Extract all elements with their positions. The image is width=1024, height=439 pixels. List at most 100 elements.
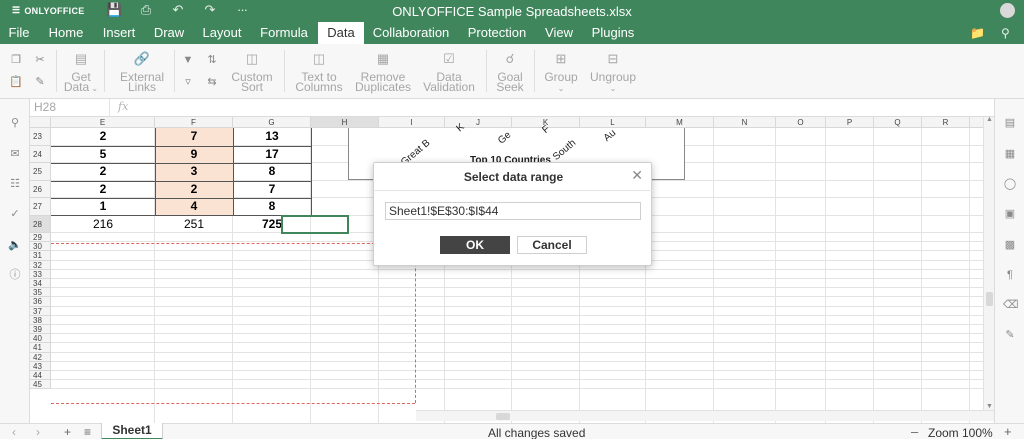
row-header-41[interactable]: 41 xyxy=(30,343,51,353)
column-header-m[interactable]: M xyxy=(646,117,714,128)
tab-data[interactable]: Data xyxy=(318,22,364,44)
sheet-list-icon[interactable]: ≡ xyxy=(84,425,91,439)
cut-icon[interactable]: ✂ xyxy=(32,52,48,68)
paste-icon[interactable]: 📋 xyxy=(8,74,24,90)
sheet-tab[interactable]: Sheet1 xyxy=(101,423,163,439)
cancel-button[interactable]: Cancel xyxy=(517,236,587,254)
column-header-h[interactable]: H xyxy=(311,117,379,128)
function-icon[interactable]: fx xyxy=(118,100,128,113)
copy-icon[interactable]: ❐ xyxy=(8,52,24,68)
cell-g26[interactable]: 7 xyxy=(233,181,311,199)
prev-sheet-icon[interactable]: ‹ xyxy=(12,425,16,439)
add-sheet-icon[interactable]: + xyxy=(64,425,71,439)
close-icon[interactable]: ✕ xyxy=(631,167,643,184)
column-header-l[interactable]: L xyxy=(580,117,646,128)
column-header-n[interactable]: N xyxy=(714,117,776,128)
cell-g24[interactable]: 17 xyxy=(233,146,311,164)
cell-e25[interactable]: 2 xyxy=(51,163,155,181)
column-header-e[interactable]: E xyxy=(51,117,155,128)
row-header-24[interactable]: 24 xyxy=(30,145,51,163)
data-range-input[interactable] xyxy=(385,202,641,220)
filter-icon[interactable]: ▼ xyxy=(180,52,196,68)
column-header-r[interactable]: R xyxy=(922,117,970,128)
external-links-button[interactable]: 🔗 External Links xyxy=(114,50,170,93)
row-header-28[interactable]: 28 xyxy=(30,215,51,233)
row-header-29[interactable]: 29 xyxy=(30,233,51,243)
ok-button[interactable]: OK xyxy=(440,236,510,254)
shape-settings-icon[interactable]: ◯ xyxy=(1003,177,1017,191)
format-painter-icon[interactable]: ✎ xyxy=(32,74,48,90)
goal-seek-button[interactable]: ☌ Goal Seek xyxy=(492,50,528,93)
scroll-up-icon[interactable]: ▲ xyxy=(986,116,993,123)
row-header-34[interactable]: 34 xyxy=(30,279,51,289)
horizontal-scroll-thumb[interactable] xyxy=(496,413,510,420)
select-all-corner[interactable] xyxy=(30,117,51,128)
sort-descending-icon[interactable]: ⇆ xyxy=(204,74,220,90)
tab-formula[interactable]: Formula xyxy=(252,22,316,44)
row-header-30[interactable]: 30 xyxy=(30,242,51,252)
image-settings-icon[interactable]: ▣ xyxy=(1003,207,1017,221)
signature-icon[interactable]: ✎ xyxy=(1003,328,1017,342)
column-header-i[interactable]: I xyxy=(379,117,445,128)
cell-f23[interactable]: 7 xyxy=(155,128,233,146)
row-header-36[interactable]: 36 xyxy=(30,297,51,307)
table-settings-icon[interactable]: ▦ xyxy=(1003,147,1017,161)
tab-protection[interactable]: Protection xyxy=(460,22,534,44)
data-validation-button[interactable]: ☑ Data Validation xyxy=(418,50,480,93)
ungroup-button[interactable]: ⊟ Ungroup ⌄ xyxy=(586,50,640,94)
column-header-q[interactable]: Q xyxy=(874,117,922,128)
row-header-40[interactable]: 40 xyxy=(30,334,51,344)
row-header-42[interactable]: 42 xyxy=(30,352,51,362)
cell-f28[interactable]: 251 xyxy=(155,216,233,234)
custom-sort-button[interactable]: ◫ Custom Sort xyxy=(226,50,278,93)
comments-icon[interactable]: ✉ xyxy=(8,147,22,161)
spellcheck-icon[interactable]: ✓ xyxy=(8,207,22,221)
tab-draw[interactable]: Draw xyxy=(146,22,192,44)
row-header-27[interactable]: 27 xyxy=(30,198,51,216)
cell-g23[interactable]: 13 xyxy=(233,128,311,146)
cell-settings-icon[interactable]: ▤ xyxy=(1003,116,1017,130)
row-header-33[interactable]: 33 xyxy=(30,269,51,279)
row-header-45[interactable]: 45 xyxy=(30,380,51,390)
cell-f26[interactable]: 2 xyxy=(155,181,233,199)
chat-icon[interactable]: ☷ xyxy=(8,177,22,191)
row-header-43[interactable]: 43 xyxy=(30,361,51,371)
text-art-icon[interactable]: ⌫ xyxy=(1003,298,1019,312)
open-location-icon[interactable]: 📁 xyxy=(970,26,985,40)
column-header-p[interactable]: P xyxy=(826,117,874,128)
horizontal-scrollbar[interactable] xyxy=(416,410,994,421)
cell-f24[interactable]: 9 xyxy=(155,146,233,164)
tab-file[interactable]: File xyxy=(0,22,38,44)
cell-e26[interactable]: 2 xyxy=(51,181,155,199)
row-header-44[interactable]: 44 xyxy=(30,371,51,381)
row-header-26[interactable]: 26 xyxy=(30,180,51,198)
cell-e23[interactable]: 2 xyxy=(51,128,155,146)
group-button[interactable]: ⊞ Group ⌄ xyxy=(540,50,582,94)
remove-duplicates-button[interactable]: ▦ Remove Duplicates xyxy=(350,50,416,93)
cell-e27[interactable]: 1 xyxy=(51,198,155,216)
vertical-scrollbar[interactable]: ▲ ▼ xyxy=(983,116,994,410)
column-header-o[interactable]: O xyxy=(776,117,826,128)
next-sheet-icon[interactable]: › xyxy=(36,425,40,439)
tab-plugins[interactable]: Plugins xyxy=(584,22,642,44)
search-icon[interactable]: ⚲ xyxy=(1001,26,1010,40)
tab-layout[interactable]: Layout xyxy=(194,22,250,44)
cell-g25[interactable]: 8 xyxy=(233,163,311,181)
sort-ascending-icon[interactable]: ⇅ xyxy=(204,52,220,68)
get-data-button[interactable]: ▤ Get Data ⌄ xyxy=(62,50,100,94)
cell-g27[interactable]: 8 xyxy=(233,198,311,216)
cell-e28[interactable]: 216 xyxy=(51,216,155,234)
chart-settings-icon[interactable]: ▩ xyxy=(1003,238,1017,252)
column-header-f[interactable]: F xyxy=(155,117,233,128)
row-header-37[interactable]: 37 xyxy=(30,306,51,316)
tab-home[interactable]: Home xyxy=(40,22,92,44)
zoom-out-button[interactable]: – xyxy=(911,424,918,439)
search-icon[interactable]: ⚲ xyxy=(8,116,22,130)
tab-collaboration[interactable]: Collaboration xyxy=(366,22,456,44)
scroll-down-icon[interactable]: ▼ xyxy=(986,403,993,410)
cell-f27[interactable]: 4 xyxy=(155,198,233,216)
cell-f25[interactable]: 3 xyxy=(155,163,233,181)
zoom-in-button[interactable]: + xyxy=(1004,424,1012,439)
tab-view[interactable]: View xyxy=(538,22,580,44)
column-header-g[interactable]: G xyxy=(233,117,311,128)
